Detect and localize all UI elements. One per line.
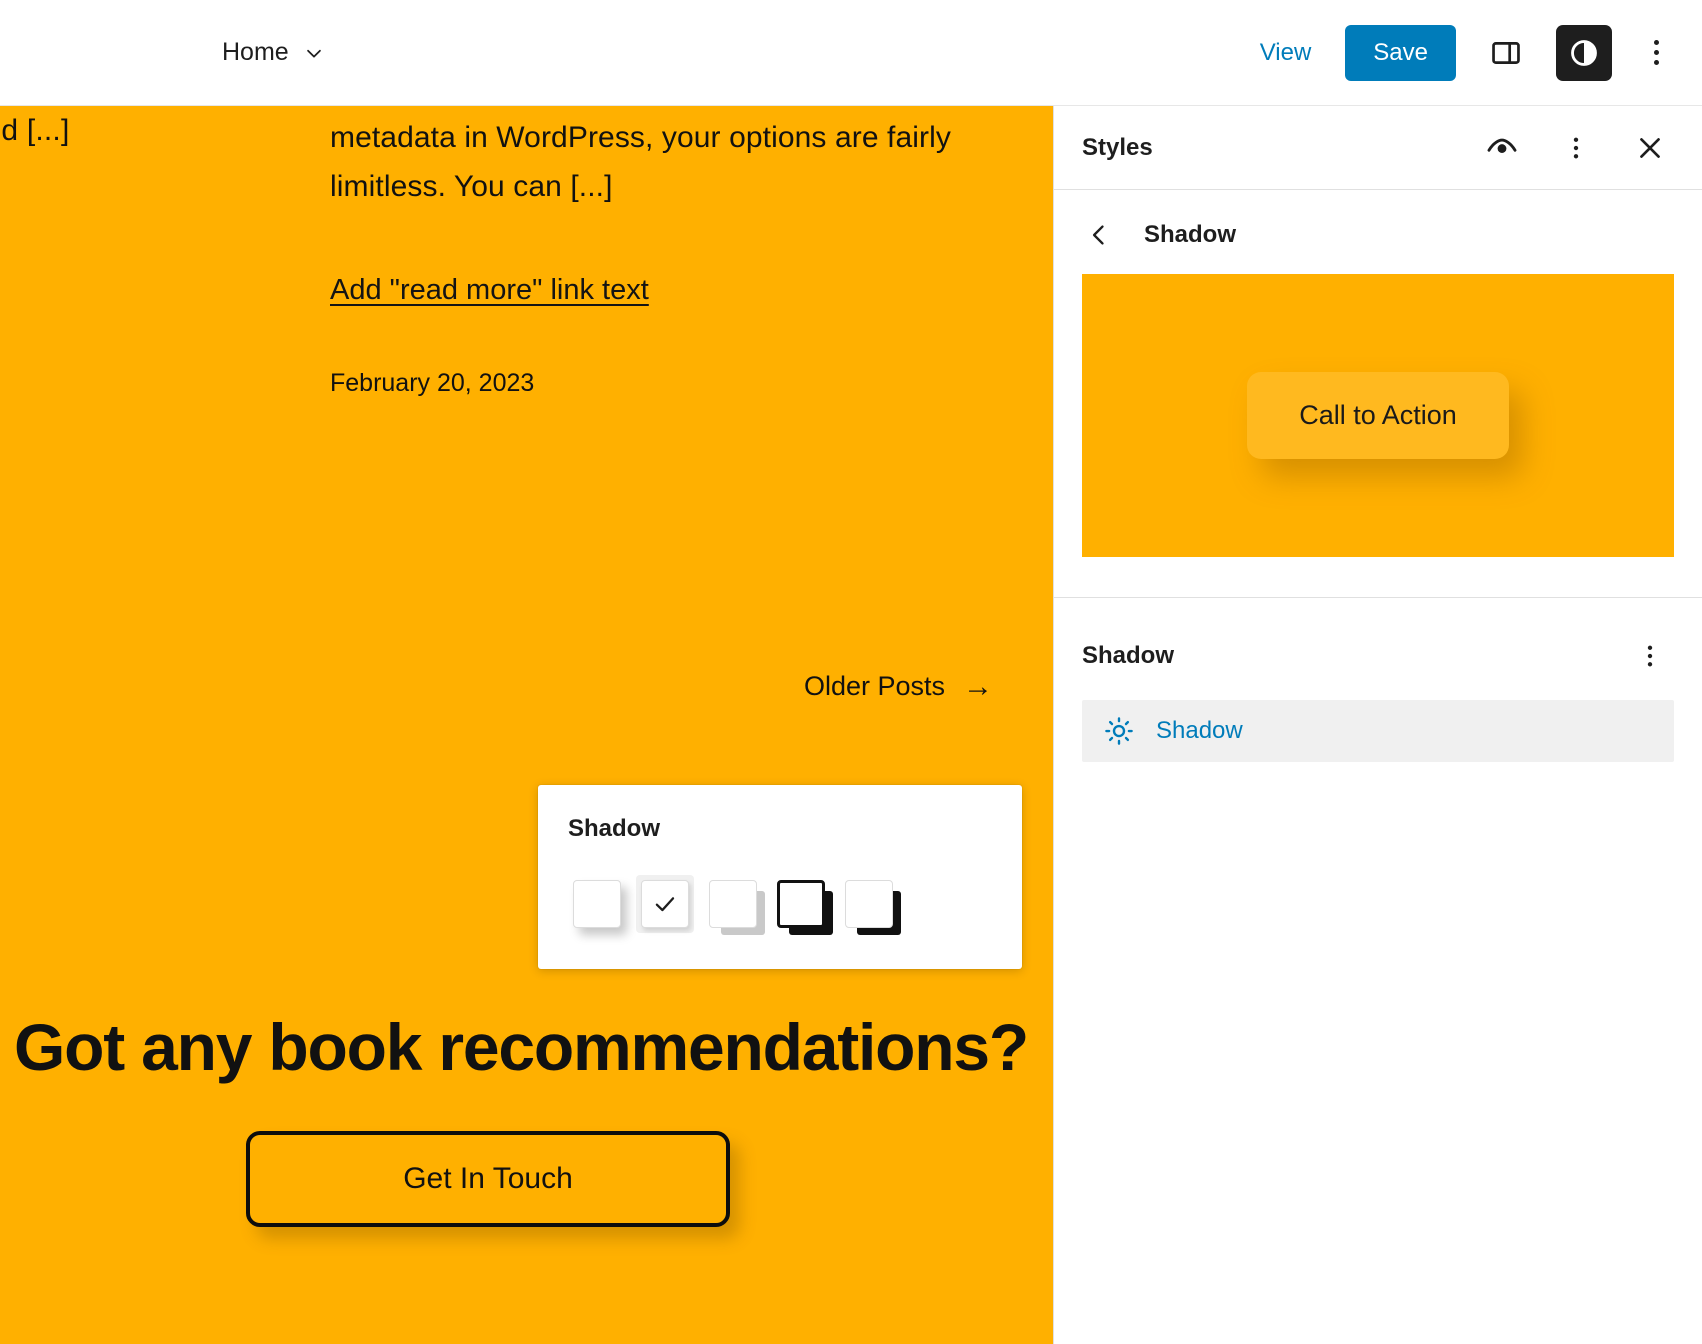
swatch-chip	[573, 880, 621, 928]
read-more-link[interactable]: Add "read more" link text	[330, 274, 649, 307]
swatch-chip	[777, 880, 825, 928]
eye-icon	[1487, 138, 1517, 153]
styles-breadcrumb-nav: Shadow	[1054, 190, 1702, 274]
cta-heading: Got any book recommendations?	[14, 1010, 1029, 1084]
post-date: February 20, 2023	[330, 368, 535, 397]
editor-top-bar: Home View Save	[0, 0, 1702, 106]
styles-sidebar-header: Styles	[1054, 106, 1702, 190]
arrow-right-icon: →	[963, 669, 993, 703]
save-button[interactable]: Save	[1345, 24, 1456, 81]
shadow-swatch-deep-gray[interactable]	[704, 875, 765, 935]
check-icon	[655, 897, 675, 912]
top-bar-actions: View Save	[1248, 24, 1678, 81]
shadow-section-menu-button[interactable]	[1626, 632, 1674, 680]
older-posts-link[interactable]: Older Posts →	[804, 671, 993, 702]
more-options-button[interactable]	[1634, 25, 1678, 81]
shadow-picker-popover: Shadow	[538, 785, 1022, 969]
style-book-button[interactable]	[1478, 124, 1526, 172]
older-posts-label: Older Posts	[803, 671, 945, 701]
cta-button-wrapper: Get In Touch	[246, 1131, 730, 1227]
shadow-picker-title: Shadow	[568, 815, 661, 842]
view-link[interactable]: View	[1248, 31, 1324, 75]
swatch-chip	[709, 880, 757, 928]
document-title-dropdown[interactable]: Home	[212, 30, 335, 75]
shadow-section-header: Shadow	[1054, 598, 1702, 700]
kebab-dot	[1653, 50, 1659, 55]
kebab-dot	[1653, 60, 1659, 65]
styles-sidebar: Styles Shadow Call to Action Shadow Shad…	[1053, 106, 1702, 1344]
wordpress-site-editor: Home View Save d [...] metadata in WordP…	[0, 0, 1702, 1344]
shadow-sun-icon	[1105, 717, 1133, 745]
swatch-chip	[845, 880, 893, 928]
post-excerpt: metadata in WordPress, your options are …	[330, 121, 951, 203]
close-styles-button[interactable]	[1626, 124, 1674, 172]
preview-call-to-action-button: Call to Action	[1247, 372, 1509, 459]
shadow-section-title: Shadow	[1082, 642, 1175, 669]
styles-button[interactable]	[1556, 24, 1612, 81]
kebab-dot	[1653, 40, 1659, 45]
styles-section-heading: Shadow	[1144, 221, 1237, 248]
styles-header-actions	[1478, 124, 1674, 172]
styles-more-menu-button[interactable]	[1552, 124, 1600, 172]
post-column: metadata in WordPress, your options are …	[330, 106, 1030, 398]
shadow-swatch-solid-black[interactable]	[840, 875, 901, 935]
contrast-icon	[1571, 39, 1597, 66]
excerpt-left-fragment: ıld [...]	[0, 114, 70, 147]
get-in-touch-button[interactable]: Get In Touch	[246, 1131, 730, 1227]
style-item-label: Shadow	[1156, 717, 1243, 744]
shadow-swatch-sharp-outline[interactable]	[772, 875, 833, 935]
shadow-swatch-natural[interactable]	[568, 875, 626, 933]
sidebar-toggle-button[interactable]	[1478, 25, 1534, 81]
editor-canvas[interactable]: ıld [...] metadata in WordPress, your op…	[0, 106, 1053, 1344]
shadow-swatch-selected[interactable]	[636, 875, 694, 933]
sidebar-toggle-icon	[1492, 41, 1520, 64]
shadow-swatch-list	[568, 875, 992, 935]
swatch-chip	[641, 880, 689, 928]
styles-panel-title: Styles	[1082, 133, 1153, 161]
back-button[interactable]	[1082, 218, 1116, 252]
chevron-down-icon	[306, 49, 321, 58]
kebab-menu-icon	[1573, 137, 1579, 158]
close-icon	[1640, 137, 1660, 158]
document-title-label: Home	[222, 38, 289, 66]
kebab-menu-icon	[1647, 645, 1653, 667]
editor-body: ıld [...] metadata in WordPress, your op…	[0, 106, 1702, 1344]
style-item-shadow[interactable]: Shadow	[1082, 700, 1674, 762]
chevron-left-icon	[1092, 225, 1104, 245]
style-preview-card: Call to Action	[1082, 274, 1674, 557]
